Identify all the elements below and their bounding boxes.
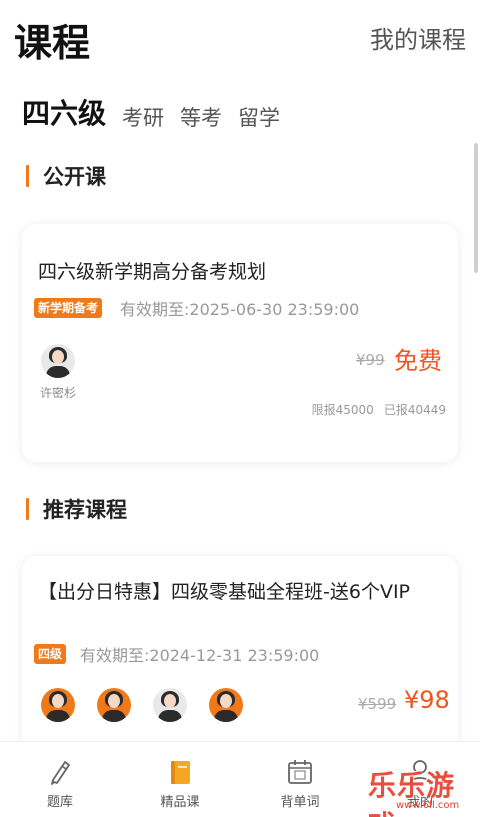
section-title: 公开课 <box>43 165 106 189</box>
enrollment-stats: 限报45000 已报40449 <box>302 401 446 418</box>
avatar <box>209 688 243 722</box>
course-title: 四六级新学期高分备考规划 <box>38 261 267 283</box>
category-tabs: 四六级 考研 等考 留学 <box>22 92 296 132</box>
avatar <box>41 688 75 722</box>
course-tag: 新学期备考 <box>34 298 103 318</box>
watermark-url: www.6ll.com <box>396 800 460 811</box>
page-title: 课程 <box>14 21 91 65</box>
section-accent-bar <box>26 498 29 520</box>
price: ¥98 <box>404 686 450 714</box>
enrolled-count: 已报40449 <box>383 403 446 417</box>
teacher-name: 许密杉 <box>39 386 76 400</box>
teacher[interactable] <box>28 688 88 722</box>
nav-label: 背单词 <box>280 795 320 810</box>
section-title: 推荐课程 <box>43 498 127 522</box>
nav-label: 精品课 <box>160 795 200 810</box>
course-tag: 四级 <box>34 644 67 664</box>
avatar <box>153 688 187 722</box>
original-price: ¥599 <box>358 695 397 713</box>
nav-label: 题库 <box>46 795 73 810</box>
avatar <box>97 688 131 722</box>
teacher[interactable] <box>140 688 200 722</box>
teacher[interactable] <box>196 688 256 722</box>
validity-text: 有效期至:2025-06-30 23:59:00 <box>120 300 360 319</box>
scrollbar[interactable] <box>474 143 478 273</box>
book-icon <box>171 761 190 784</box>
open-course-heading: 公开课 <box>26 161 106 191</box>
recommended-heading: 推荐课程 <box>26 494 127 524</box>
price: 免费 <box>394 347 442 375</box>
header: 课程 我的课程 <box>0 0 480 80</box>
course-title: 【出分日特惠】四级零基础全程班-送6个VIP <box>38 581 411 603</box>
recommended-course-card[interactable]: 【出分日特惠】四级零基础全程班-送6个VIP 四级 有效期至:2024-12-3… <box>22 556 458 756</box>
watermark-logo: 乐乐游戏 www.6ll.com <box>362 764 478 817</box>
open-course-card[interactable]: 四六级新学期高分备考规划 新学期备考 有效期至:2025-06-30 23:59… <box>22 224 458 462</box>
nav-item-question-bank[interactable]: 题库 <box>0 742 120 817</box>
calendar-icon <box>288 760 312 784</box>
tab-postgrad[interactable]: 考研 <box>122 102 164 132</box>
tab-study-abroad[interactable]: 留学 <box>238 102 280 132</box>
tab-cet[interactable]: 四六级 <box>22 92 106 132</box>
validity-text: 有效期至:2024-12-31 23:59:00 <box>80 646 320 665</box>
nav-item-courses[interactable]: 精品课 <box>120 742 240 817</box>
tab-level-exam[interactable]: 等考 <box>180 102 222 132</box>
section-accent-bar <box>26 165 29 187</box>
teacher[interactable]: 许密杉 <box>28 344 88 401</box>
teacher[interactable] <box>84 688 144 722</box>
nav-item-vocabulary[interactable]: 背单词 <box>240 742 360 817</box>
avatar <box>41 344 75 378</box>
pencil-icon <box>51 761 70 785</box>
my-courses-link[interactable]: 我的课程 <box>370 20 466 55</box>
original-price: ¥99 <box>356 351 385 369</box>
enroll-limit: 限报45000 <box>311 403 374 417</box>
